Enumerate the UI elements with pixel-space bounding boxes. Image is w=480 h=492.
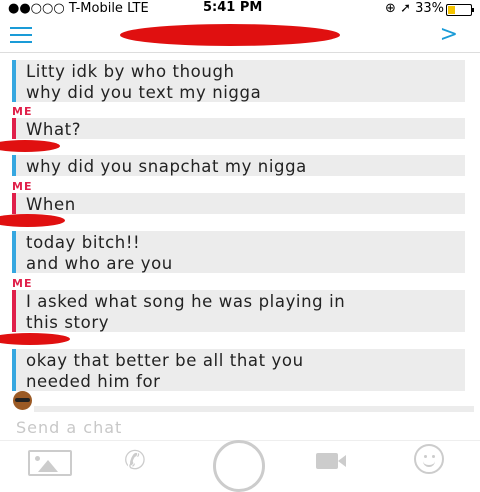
carrier-label: ●●○○○ T-Mobile LTE — [8, 1, 149, 16]
camera-shutter-button[interactable] — [213, 440, 265, 492]
message-bubble: What? — [12, 118, 465, 139]
chat-input[interactable]: Send a chat — [16, 418, 122, 437]
message-bubble: why did you snapchat my nigga — [12, 155, 465, 176]
message-text: today bitch!! and who are you — [26, 233, 173, 273]
message-bubble: I asked what song he was playing in this… — [12, 290, 465, 332]
message-bubble: okay that better be all that you needed … — [12, 349, 465, 391]
message-bubble: When — [12, 193, 465, 214]
message-text: When — [26, 195, 76, 214]
smiley-icon[interactable] — [414, 444, 444, 474]
sender-label-me: ME — [12, 277, 33, 290]
message-text: Litty idk by who though why did you text… — [26, 62, 262, 102]
battery-icon — [446, 4, 474, 16]
typing-indicator — [34, 406, 474, 412]
message-text: I asked what song he was playing in this… — [26, 292, 346, 332]
redacted-name — [0, 214, 65, 227]
status-bar: ●●○○○ T-Mobile LTE 5:41 PM ⊕ ➚ 33% — [0, 0, 480, 18]
redacted-name — [0, 333, 70, 345]
sender-label-me: ME — [12, 180, 33, 193]
status-indicators: ⊕ ➚ 33% — [385, 1, 444, 16]
chat-header: > — [0, 18, 480, 53]
message-text: okay that better be all that you needed … — [26, 351, 304, 391]
phone-icon[interactable]: ✆ — [124, 446, 146, 476]
redacted-name — [0, 140, 60, 152]
chevron-right-icon[interactable]: > — [440, 22, 458, 47]
video-icon[interactable] — [316, 453, 346, 469]
sender-label-me: ME — [12, 105, 33, 118]
message-text: why did you snapchat my nigga — [26, 157, 307, 176]
photo-icon[interactable] — [28, 450, 72, 476]
message-bubble: today bitch!! and who are you — [12, 231, 465, 273]
redacted-name — [120, 24, 340, 46]
menu-icon[interactable] — [10, 27, 32, 43]
status-time: 5:41 PM — [203, 0, 263, 15]
message-text: What? — [26, 120, 82, 139]
message-bubble: Litty idk by who though why did you text… — [12, 60, 465, 102]
bitmoji-avatar — [13, 391, 32, 410]
